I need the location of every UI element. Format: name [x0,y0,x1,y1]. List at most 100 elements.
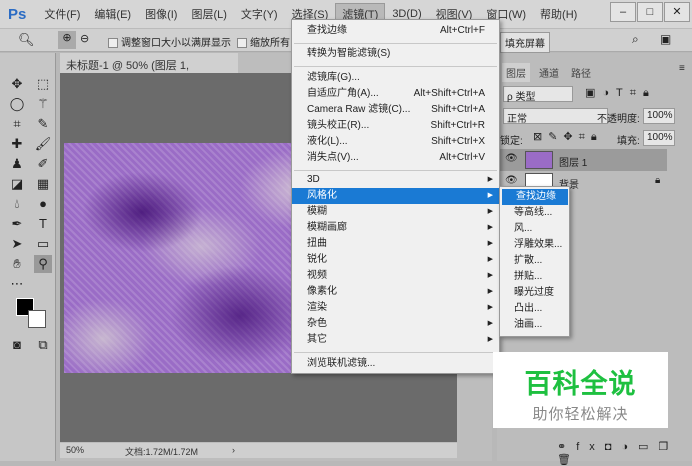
menu-item-3d[interactable]: 3D ▶ [292,172,499,188]
layer-thumbnail [525,151,553,169]
dodge-tool-icon[interactable]: ● [34,195,52,213]
filter-icons[interactable]: ▣◑T⌗🔒︎ [585,86,656,100]
menu-layer[interactable]: 图层(L) [185,4,232,24]
menu-item-sharpen[interactable]: 锐化 ▶ [292,252,499,268]
menu-item-lens-correction[interactable]: 镜头校正(R)... Shift+Ctrl+R [292,118,499,134]
menu-item-find-edges-last[interactable]: 查找边缘 Alt+Ctrl+F [292,23,499,39]
menu-item-distort[interactable]: 扭曲 ▶ [292,236,499,252]
status-bar: 50% 文档:1.72M/1.72M › [60,443,457,458]
gradient-tool-icon[interactable]: ▦ [34,175,52,193]
menu-edit[interactable]: 编辑(E) [88,4,137,24]
lasso-tool-icon[interactable]: ◯ [8,95,26,113]
tools-panel: ✥ ⬚ ◯ ⚚ ⌗ ✎ ✚ 🖌︎ ♟ ✐ ◪ ▦ 💧︎ ● ✒ T ➤ ▭ ✋︎… [0,53,56,461]
zoom-all-checkbox[interactable]: 缩放所有 [237,34,290,49]
menu-help[interactable]: 帮助(H) [534,4,583,24]
move-tool-icon[interactable]: ✥ [8,75,26,93]
close-button[interactable]: ✕ [664,2,690,22]
quick-mask-icon[interactable]: ◙ [8,336,26,354]
doc-info: 文档:1.72M/1.72M [125,447,199,457]
menu-item-filter-gallery[interactable]: 滤镜库(G)... [292,70,499,86]
eyedropper-icon[interactable]: ✎ [34,115,52,133]
minimize-button[interactable]: – [610,2,636,22]
stamp-tool-icon[interactable]: ♟ [8,155,26,173]
submenu-item-oil-paint[interactable]: 油画... [500,317,569,333]
layer-name: 图层 1 [559,158,588,169]
layer-action-icons[interactable]: ⚭fx◘◑▭❐🗑︎ [557,440,692,466]
menu-item-pixelate[interactable]: 像素化 ▶ [292,284,499,300]
photoshop-logo: Ps [8,5,27,23]
stylize-submenu: 查找边缘 等高线... 风... 浮雕效果... 扩散... 拼贴... 曝光过… [499,186,570,337]
fill-screen-button[interactable]: 填充屏幕 [500,32,550,53]
brush-tool-icon[interactable]: 🖌︎ [34,135,52,153]
tab-layers[interactable]: 图层 [502,63,530,82]
zoom-tool-icon[interactable]: 🔍︎ [18,32,35,48]
opacity-label: 不透明度: [597,114,640,125]
blur-tool-icon[interactable]: 💧︎ [8,195,26,213]
fill-input[interactable]: 100% [643,130,675,146]
layer-filter-select[interactable]: ρ 类型 [503,86,573,103]
status-arrow-icon[interactable]: › [232,445,235,455]
eraser-tool-icon[interactable]: ◪ [8,175,26,193]
workspace-icon[interactable]: ▣ [660,32,671,46]
search-icon[interactable]: ⌕ [632,32,639,47]
menu-item-video[interactable]: 视频 ▶ [292,268,499,284]
menu-item-camera-raw[interactable]: Camera Raw 滤镜(C)... Shift+Ctrl+A [292,102,499,118]
menu-item-noise[interactable]: 杂色 ▶ [292,316,499,332]
menu-item-vanishing-point[interactable]: 消失点(V)... Alt+Ctrl+V [292,150,499,166]
path-select-icon[interactable]: ➤ [8,235,26,253]
menu-image[interactable]: 图像(I) [139,4,183,24]
menu-item-stylize[interactable]: 风格化 ▶ [292,188,499,204]
lock-icon: 🔒︎ [655,175,661,186]
more-tools-icon[interactable]: ⋯ [8,275,26,293]
history-brush-icon[interactable]: ✐ [34,155,52,173]
type-tool-icon[interactable]: T [34,215,52,233]
zoom-tool-icon[interactable]: ⚲ [34,255,52,273]
zoom-level[interactable]: 50% [66,445,84,455]
submenu-item-tiles[interactable]: 拼贴... [500,269,569,285]
healing-brush-icon[interactable]: ✚ [8,135,26,153]
opacity-input[interactable]: 100% [643,108,675,124]
lock-label: 锁定: [500,136,523,147]
resize-window-checkbox[interactable]: 调整窗口大小以满屏显示 [108,34,231,49]
blend-mode-select[interactable]: 正常 [503,108,608,125]
screen-mode-icon[interactable]: ⧉ [34,336,52,354]
layer-row[interactable]: 👁︎ 图层 1 [497,149,667,171]
menu-item-blur-gallery[interactable]: 模糊画廊 ▶ [292,220,499,236]
menu-type[interactable]: 文字(Y) [235,4,284,24]
document-tab[interactable]: 未标题-1 @ 50% (图层 1, RGB/8#) * × [60,53,238,85]
menu-item-browse-online[interactable]: 浏览联机滤镜... [292,356,499,372]
watermark-title: 百科全说 [524,369,637,399]
menu-item-other[interactable]: 其它 ▶ [292,332,499,348]
zoom-out-icon[interactable]: ⊖ [80,32,89,45]
background-color-swatch[interactable] [28,310,46,328]
maximize-button[interactable]: □ [637,2,663,22]
menu-item-render[interactable]: 渲染 ▶ [292,300,499,316]
menu-item-adaptive-wide-angle[interactable]: 自适应广角(A)... Alt+Shift+Ctrl+A [292,86,499,102]
lock-icons[interactable]: ⊠✎✥⌗🔒︎ [533,130,603,144]
menu-item-liquify[interactable]: 液化(L)... Shift+Ctrl+X [292,134,499,150]
marquee-tool-icon[interactable]: ⬚ [34,75,52,93]
submenu-item-extrude[interactable]: 凸出... [500,301,569,317]
pen-tool-icon[interactable]: ✒ [8,215,26,233]
hand-tool-icon[interactable]: ✋︎ [8,255,26,273]
submenu-item-solarize[interactable]: 曝光过度 [500,285,569,301]
visibility-eye-icon[interactable]: 👁︎ [505,175,518,186]
panel-menu-icon[interactable]: ≡ [679,63,685,74]
submenu-item-emboss[interactable]: 浮雕效果... [500,237,569,253]
menu-item-convert-smart[interactable]: 转换为智能滤镜(S) [292,46,499,62]
filter-menu: 查找边缘 Alt+Ctrl+F 转换为智能滤镜(S) 滤镜库(G)... 自适应广… [291,19,500,374]
tab-channels[interactable]: 通道 [535,63,563,82]
tab-paths[interactable]: 路径 [567,63,595,82]
submenu-item-wind[interactable]: 风... [500,221,569,237]
menu-item-blur[interactable]: 模糊 ▶ [292,204,499,220]
submenu-item-contour[interactable]: 等高线... [500,205,569,221]
zoom-in-icon[interactable]: ⊕ [58,31,76,49]
visibility-eye-icon[interactable]: 👁︎ [505,153,518,164]
menu-file[interactable]: 文件(F) [38,4,86,24]
crop-tool-icon[interactable]: ⌗ [8,115,26,133]
shape-tool-icon[interactable]: ▭ [34,235,52,253]
submenu-item-find-edges[interactable]: 查找边缘 [502,189,568,205]
magic-wand-icon[interactable]: ⚚ [34,95,52,113]
submenu-item-diffuse[interactable]: 扩散... [500,253,569,269]
zoom-all-label: 缩放所有 [250,38,290,49]
